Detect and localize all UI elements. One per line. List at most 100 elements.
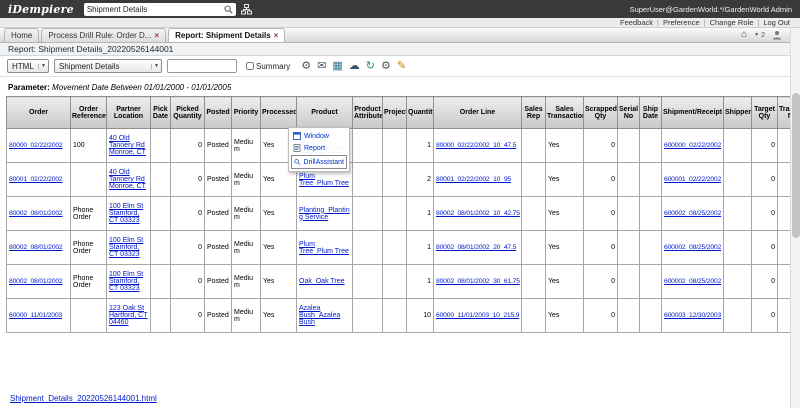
- table-cell: Yes: [261, 197, 297, 231]
- drill-link[interactable]: 80002_08/01/2002: [9, 210, 63, 217]
- drill-link[interactable]: Oak_Oak Tree: [299, 278, 345, 285]
- global-search[interactable]: [84, 3, 236, 16]
- close-icon[interactable]: ×: [154, 32, 159, 40]
- drill-link[interactable]: 100 Elm St Stamford, CT 03323: [109, 271, 143, 292]
- table-row: 80002_08/01/2002Phone Order100 Elm St St…: [7, 197, 791, 231]
- scrollbar-thumb[interactable]: [792, 93, 800, 238]
- table-cell: 123 Oak St Hartford, CT 04460: [107, 299, 151, 333]
- link-change-role[interactable]: Change Role: [710, 18, 754, 27]
- table-row: 80001_02/22/2002 40 Old Tannery Rd Monroe…: [7, 163, 791, 197]
- table-cell: [618, 129, 640, 163]
- drill-link[interactable]: 80002_08/01/2002_30_61.75: [436, 278, 520, 285]
- drill-link[interactable]: 100 Elm St Stamford, CT 03323: [109, 237, 143, 258]
- drill-link[interactable]: 600002_08/25/2002: [664, 210, 721, 217]
- table-cell: Posted: [205, 265, 232, 299]
- drill-link[interactable]: 80002_08/01/2002_10_42.75: [436, 210, 520, 217]
- chevron-down-icon: ▼: [38, 64, 46, 69]
- table-cell: Medium: [232, 197, 261, 231]
- parameter-value: Movement Date Between 01/01/2000 - 01/01…: [52, 83, 231, 92]
- context-menu-item-report[interactable]: Report: [291, 142, 347, 154]
- column-header: Order Reference: [71, 97, 107, 129]
- close-icon[interactable]: ×: [274, 32, 279, 40]
- table-cell: [522, 129, 546, 163]
- drill-link[interactable]: 600000_02/22/2002: [664, 142, 721, 149]
- link-feedback[interactable]: Feedback: [620, 18, 653, 27]
- window-list-dropdown[interactable]: ▼ 2: [754, 32, 765, 39]
- drill-link[interactable]: 123 Oak St Hartford, CT 04460: [109, 305, 148, 326]
- table-cell: 80002_08/01/2002_10_42.75: [434, 197, 522, 231]
- drill-link[interactable]: 80000_02/22/2002_10_47.5: [436, 142, 516, 149]
- drill-link[interactable]: 60000_11/01/2003_10_215.9: [436, 312, 519, 319]
- tab-home[interactable]: Home: [4, 28, 39, 42]
- table-cell: Posted: [205, 299, 232, 333]
- tab-report-shipment-details[interactable]: Report: Shipment Details ×: [168, 28, 285, 42]
- page-title: Report: Shipment Details_20220526144001: [8, 44, 173, 54]
- process-icon[interactable]: ⚙: [301, 61, 311, 72]
- export-icon[interactable]: ☁: [349, 61, 360, 72]
- table-cell: [383, 231, 407, 265]
- refresh-icon[interactable]: ↻: [366, 61, 375, 72]
- drill-link[interactable]: 80002_08/01/2002: [9, 278, 63, 285]
- drill-link[interactable]: Planting_Planting Service: [299, 207, 350, 221]
- drill-link[interactable]: Plum Tree_Plum Tree: [299, 173, 349, 187]
- table-cell: 0: [171, 265, 205, 299]
- context-menu-item-window[interactable]: Window: [291, 130, 347, 142]
- tab-process-drill-rule[interactable]: Process Drill Rule: Order D... ×: [41, 28, 166, 42]
- menu-tree-icon[interactable]: [241, 4, 252, 15]
- drill-link[interactable]: 600003_12/30/2003: [664, 312, 721, 319]
- report-view-select[interactable]: Shipment Details ▼: [54, 59, 162, 73]
- table-cell: 60000_11/01/2003_10_215.9: [434, 299, 522, 333]
- search-icon[interactable]: [224, 5, 233, 14]
- drill-link[interactable]: 40 Old Tannery Rd Monroe, CT: [109, 135, 146, 156]
- table-cell: 0: [584, 231, 618, 265]
- drill-link[interactable]: 80001_02/22/2002: [9, 176, 63, 183]
- table-cell: [353, 299, 383, 333]
- home-icon[interactable]: ⌂: [741, 30, 747, 40]
- report-file-link[interactable]: Shipment_Details_20220526144001.html: [10, 394, 157, 403]
- user-icon[interactable]: [772, 30, 782, 40]
- drill-link[interactable]: 80002_08/01/2002_20_47.5: [436, 244, 516, 251]
- drill-link[interactable]: 100 Elm St Stamford, CT 03323: [109, 203, 143, 224]
- drill-link[interactable]: 600002_08/25/2002: [664, 244, 721, 251]
- table-cell: Yes: [261, 265, 297, 299]
- drill-link[interactable]: Azalea Bush_Azalea Bush: [299, 305, 340, 326]
- drill-link[interactable]: Plum Tree_Plum Tree: [299, 241, 349, 255]
- table-cell: [151, 231, 171, 265]
- drill-link[interactable]: 600001_02/22/2002: [664, 176, 721, 183]
- table-cell: [151, 129, 171, 163]
- find-input[interactable]: [167, 59, 237, 73]
- drill-link[interactable]: 60000_11/01/2003: [9, 312, 62, 319]
- column-header: Product Attribute: [353, 97, 383, 129]
- summary-checkbox[interactable]: [246, 62, 254, 70]
- table-cell: 80000_02/22/2002_10_47.5: [434, 129, 522, 163]
- table-cell: [383, 163, 407, 197]
- settings-icon[interactable]: ⚙: [381, 61, 391, 72]
- summary-toggle[interactable]: Summary: [246, 62, 290, 71]
- table-cell: 600002_08/25/2002: [662, 265, 724, 299]
- vertical-scrollbar[interactable]: [790, 28, 800, 408]
- drill-link[interactable]: 80002_08/01/2002: [9, 244, 63, 251]
- drill-link[interactable]: 80001_02/22/2002_10_95: [436, 176, 511, 183]
- table-cell: [640, 197, 662, 231]
- table-cell: 0: [584, 265, 618, 299]
- table-cell: [724, 163, 752, 197]
- tab-label: Report: Shipment Details: [175, 31, 271, 40]
- table-cell: 0: [584, 299, 618, 333]
- drill-link[interactable]: 80000_02/22/2002: [9, 142, 63, 149]
- context-menu-item-drillassistant[interactable]: DrillAssistant: [291, 155, 347, 169]
- link-log-out[interactable]: Log Out: [763, 18, 790, 27]
- drill-link[interactable]: 40 Old Tannery Rd Monroe, CT: [109, 169, 146, 190]
- table-cell: Planting_Planting Service: [297, 197, 353, 231]
- format-select[interactable]: HTML ▼: [7, 59, 49, 73]
- global-search-input[interactable]: [87, 4, 222, 15]
- edit-icon[interactable]: ✎: [397, 61, 406, 72]
- table-cell: Posted: [205, 197, 232, 231]
- table-cell: 0: [171, 163, 205, 197]
- drill-link[interactable]: 600002_08/25/2002: [664, 278, 721, 285]
- window-icon: [293, 132, 301, 140]
- app-logo[interactable]: iDempiere: [8, 3, 74, 16]
- table-cell: [383, 265, 407, 299]
- print-report-icon[interactable]: ▦: [332, 61, 342, 72]
- link-preference[interactable]: Preference: [663, 18, 700, 27]
- mail-icon[interactable]: ✉: [317, 61, 326, 72]
